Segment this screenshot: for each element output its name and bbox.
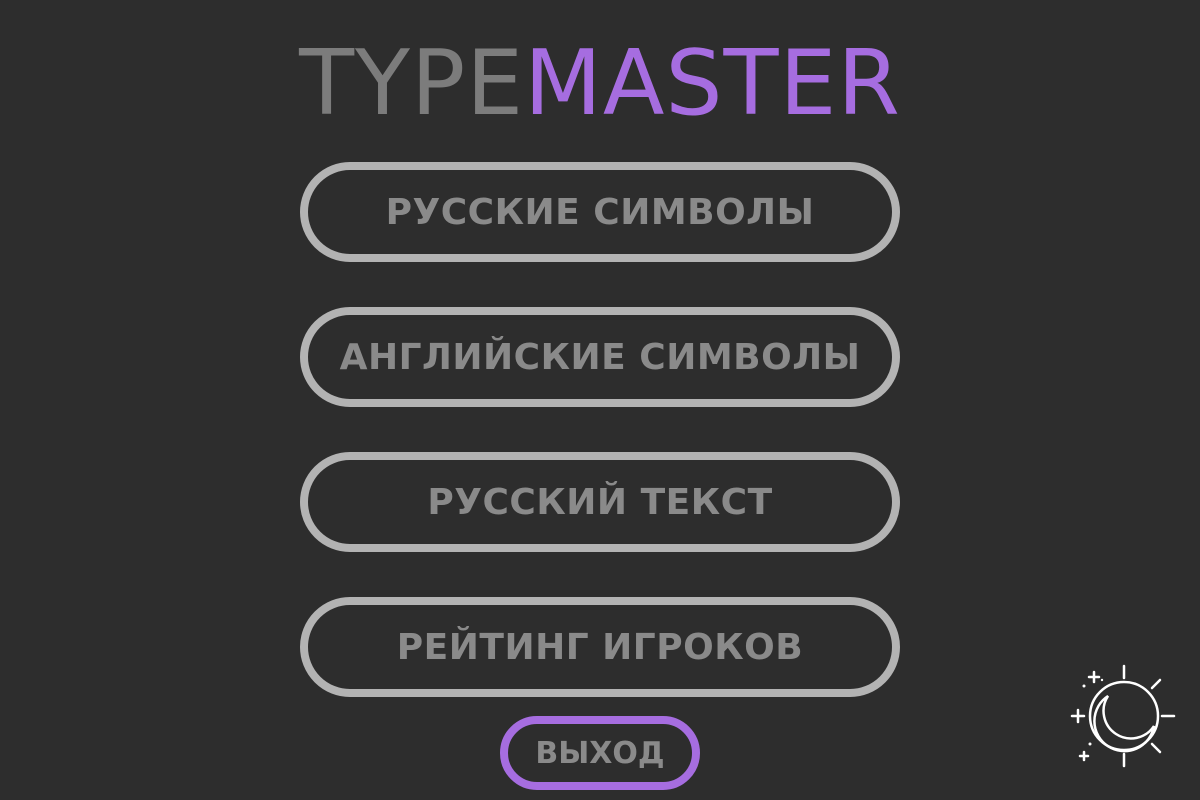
player-rating-label: РЕЙТИНГ ИГРОКОВ: [396, 626, 804, 668]
logo-part-master: MASTER: [524, 31, 901, 136]
theme-toggle-button[interactable]: [1068, 660, 1180, 772]
moon-sun-icon: [1070, 664, 1176, 768]
exit-button[interactable]: ВЫХОД: [500, 716, 700, 790]
exit-label: ВЫХОД: [535, 735, 665, 771]
russian-text-label: РУССКИЙ ТЕКСТ: [427, 481, 773, 523]
logo-part-type: TYPE: [299, 31, 525, 136]
english-symbols-button[interactable]: АНГЛИЙСКИЕ СИМВОЛЫ: [300, 307, 900, 407]
player-rating-button[interactable]: РЕЙТИНГ ИГРОКОВ: [300, 597, 900, 697]
main-menu-screen: TYPEMASTER РУССКИЕ СИМВОЛЫ АНГЛИЙСКИЕ СИ…: [0, 0, 1200, 800]
russian-text-button[interactable]: РУССКИЙ ТЕКСТ: [300, 452, 900, 552]
game-logo: TYPEMASTER: [0, 34, 1200, 134]
russian-symbols-label: РУССКИЕ СИМВОЛЫ: [385, 191, 815, 233]
russian-symbols-button[interactable]: РУССКИЕ СИМВОЛЫ: [300, 162, 900, 262]
english-symbols-label: АНГЛИЙСКИЕ СИМВОЛЫ: [339, 336, 861, 378]
